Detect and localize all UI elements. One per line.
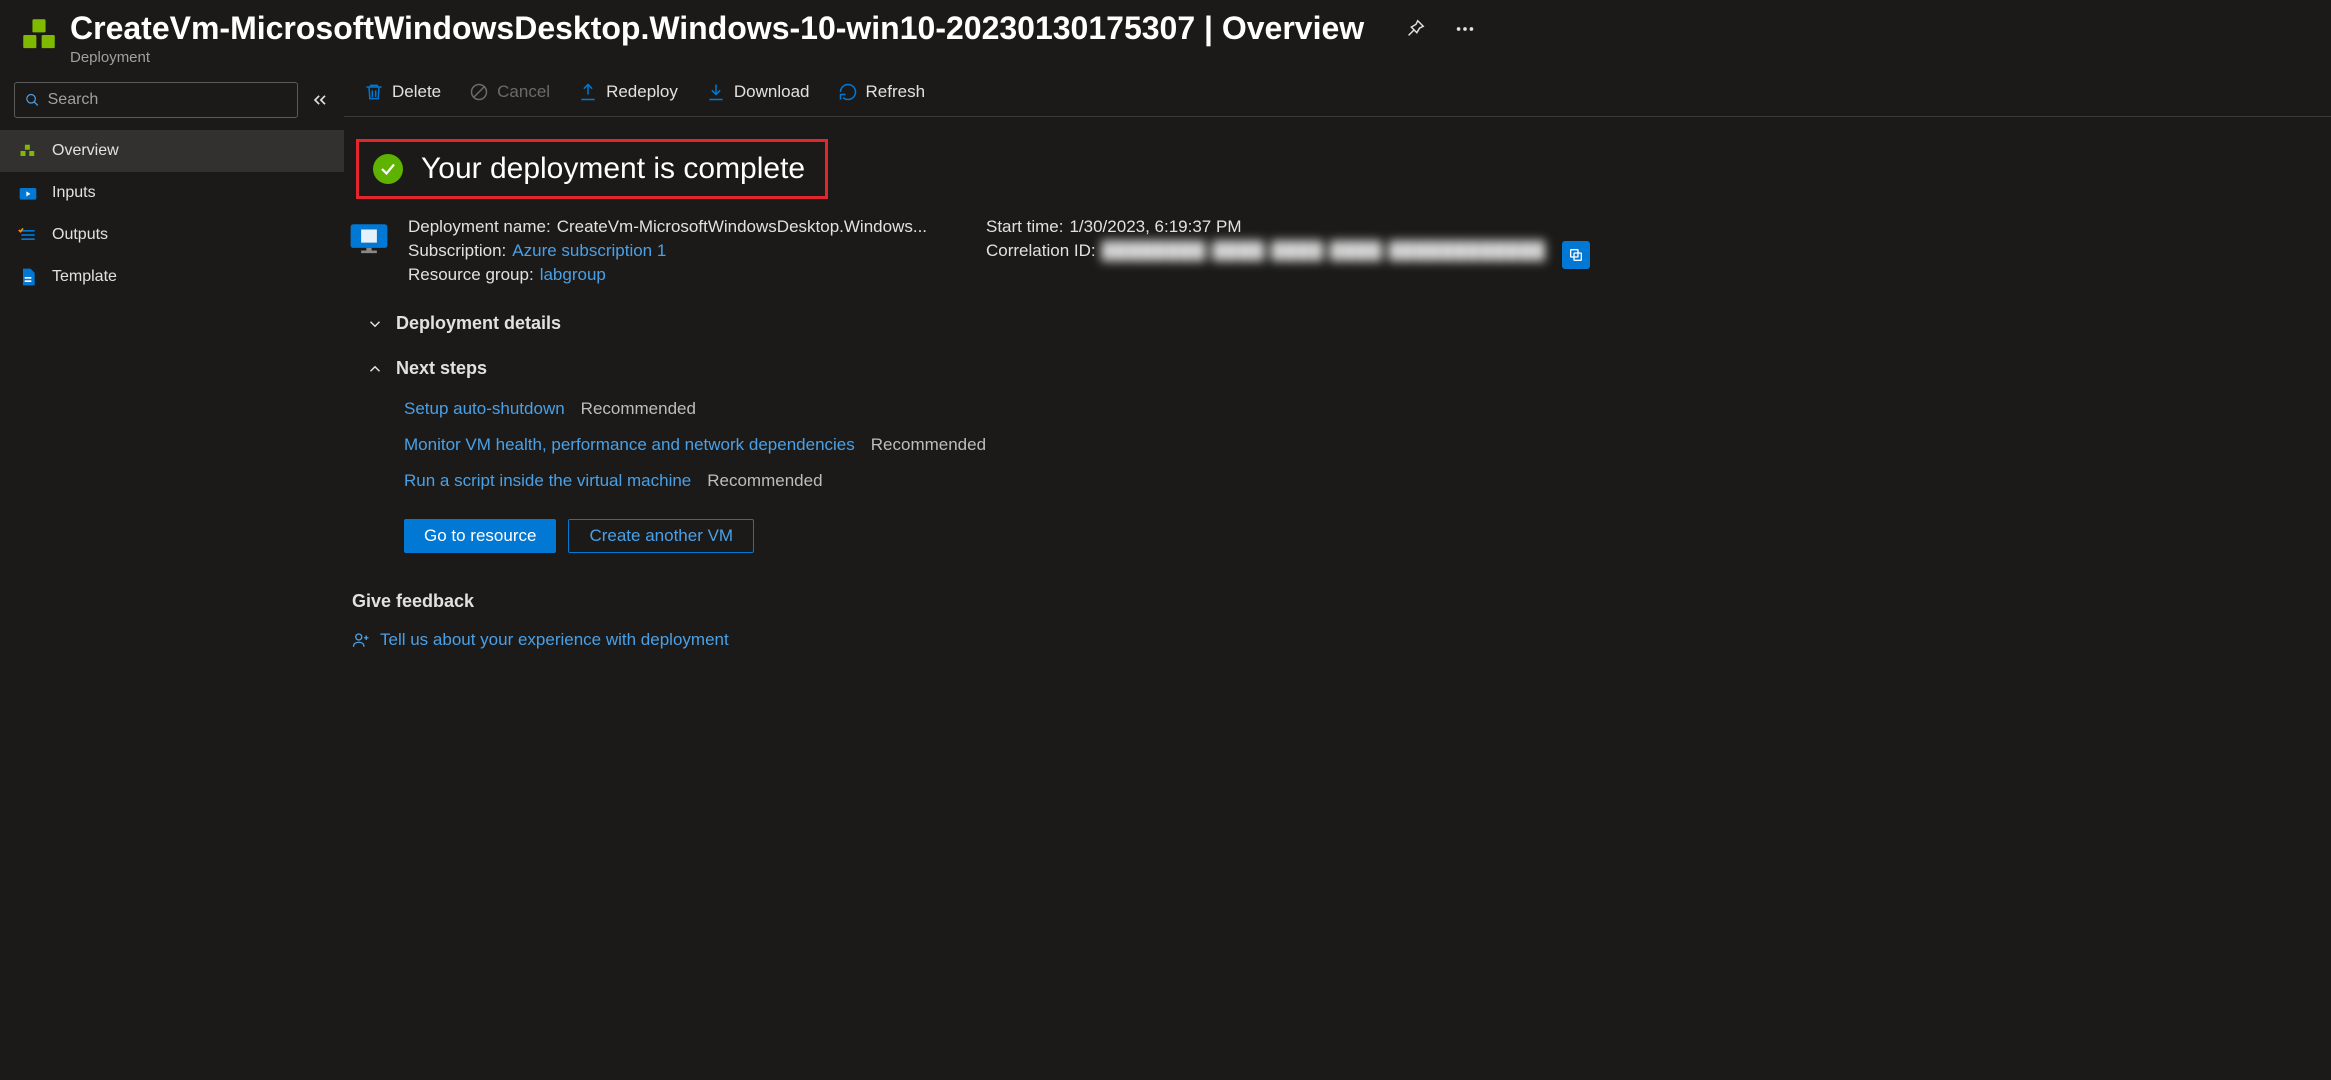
start-time-label: Start time: bbox=[986, 217, 1063, 237]
sidebar: Overview Inputs Outputs Template bbox=[0, 72, 344, 1080]
search-input[interactable] bbox=[48, 91, 287, 109]
next-step-item: Setup auto-shutdown Recommended bbox=[404, 399, 2331, 419]
outputs-icon bbox=[18, 225, 38, 245]
vm-icon bbox=[348, 219, 390, 261]
search-box[interactable] bbox=[14, 82, 298, 118]
action-buttons: Go to resource Create another VM bbox=[404, 519, 2331, 553]
next-step-tag: Recommended bbox=[581, 399, 696, 419]
correlation-id-label: Correlation ID: bbox=[986, 241, 1096, 269]
feedback-title: Give feedback bbox=[352, 591, 2331, 612]
next-step-item: Run a script inside the virtual machine … bbox=[404, 471, 2331, 491]
copy-button[interactable] bbox=[1562, 241, 1590, 269]
next-step-tag: Recommended bbox=[707, 471, 822, 491]
refresh-icon bbox=[838, 82, 858, 102]
next-step-tag: Recommended bbox=[871, 435, 986, 455]
nav-inputs[interactable]: Inputs bbox=[0, 172, 344, 214]
collapse-sidebar-icon[interactable] bbox=[310, 90, 330, 110]
deployment-name-value: CreateVm-MicrosoftWindowsDesktop.Windows… bbox=[557, 217, 927, 237]
deployment-details-toggle[interactable]: Deployment details bbox=[366, 313, 2331, 334]
pin-icon[interactable] bbox=[1404, 18, 1426, 40]
resource-group-label: Resource group: bbox=[408, 265, 534, 285]
delete-button[interactable]: Delete bbox=[364, 82, 441, 102]
chevron-up-icon bbox=[366, 360, 384, 378]
deployment-name-label: Deployment name: bbox=[408, 217, 551, 237]
next-steps-list: Setup auto-shutdown Recommended Monitor … bbox=[404, 399, 2331, 491]
deployment-complete-banner: Your deployment is complete bbox=[356, 139, 828, 199]
more-icon[interactable] bbox=[1454, 18, 1476, 40]
nav-label: Outputs bbox=[52, 226, 108, 244]
page-title: CreateVm-MicrosoftWindowsDesktop.Windows… bbox=[70, 10, 1364, 47]
feedback-link[interactable]: Tell us about your experience with deplo… bbox=[352, 630, 2331, 650]
page-header: CreateVm-MicrosoftWindowsDesktop.Windows… bbox=[0, 0, 2331, 72]
success-check-icon bbox=[373, 154, 403, 184]
start-time-value: 1/30/2023, 6:19:37 PM bbox=[1069, 217, 1241, 237]
toolbar: Delete Cancel Redeploy Download Refresh bbox=[344, 82, 2331, 117]
cubes-icon bbox=[18, 141, 38, 161]
redeploy-button[interactable]: Redeploy bbox=[578, 82, 678, 102]
cancel-icon bbox=[469, 82, 489, 102]
go-to-resource-button[interactable]: Go to resource bbox=[404, 519, 556, 553]
copy-icon bbox=[1568, 247, 1584, 263]
nav-overview[interactable]: Overview bbox=[0, 130, 344, 172]
page-subtitle: Deployment bbox=[70, 49, 1364, 66]
main-content: Delete Cancel Redeploy Download Refresh bbox=[344, 72, 2331, 1080]
nav-label: Overview bbox=[52, 142, 119, 160]
upload-icon bbox=[578, 82, 598, 102]
resource-group-link[interactable]: labgroup bbox=[540, 265, 606, 285]
subscription-link[interactable]: Azure subscription 1 bbox=[512, 241, 666, 261]
chevron-down-icon bbox=[366, 315, 384, 333]
feedback-icon bbox=[352, 631, 370, 649]
next-step-link[interactable]: Setup auto-shutdown bbox=[404, 399, 565, 419]
subscription-label: Subscription: bbox=[408, 241, 506, 261]
correlation-id-value: ████████-████-████-████-████████████ bbox=[1102, 241, 1546, 269]
refresh-button[interactable]: Refresh bbox=[838, 82, 926, 102]
cancel-button: Cancel bbox=[469, 82, 550, 102]
trash-icon bbox=[364, 82, 384, 102]
search-icon bbox=[25, 92, 40, 108]
download-button[interactable]: Download bbox=[706, 82, 810, 102]
next-step-link[interactable]: Monitor VM health, performance and netwo… bbox=[404, 435, 855, 455]
download-icon bbox=[706, 82, 726, 102]
template-icon bbox=[18, 267, 38, 287]
deployment-icon bbox=[18, 14, 60, 56]
status-message: Your deployment is complete bbox=[421, 152, 805, 186]
inputs-icon bbox=[18, 183, 38, 203]
next-step-link[interactable]: Run a script inside the virtual machine bbox=[404, 471, 691, 491]
nav-label: Inputs bbox=[52, 184, 96, 202]
nav-label: Template bbox=[52, 268, 117, 286]
nav-outputs[interactable]: Outputs bbox=[0, 214, 344, 256]
next-steps-toggle[interactable]: Next steps bbox=[366, 358, 2331, 379]
nav-template[interactable]: Template bbox=[0, 256, 344, 298]
next-step-item: Monitor VM health, performance and netwo… bbox=[404, 435, 2331, 455]
create-another-vm-button[interactable]: Create another VM bbox=[568, 519, 754, 553]
deployment-info: Deployment name: CreateVm-MicrosoftWindo… bbox=[348, 217, 2331, 289]
